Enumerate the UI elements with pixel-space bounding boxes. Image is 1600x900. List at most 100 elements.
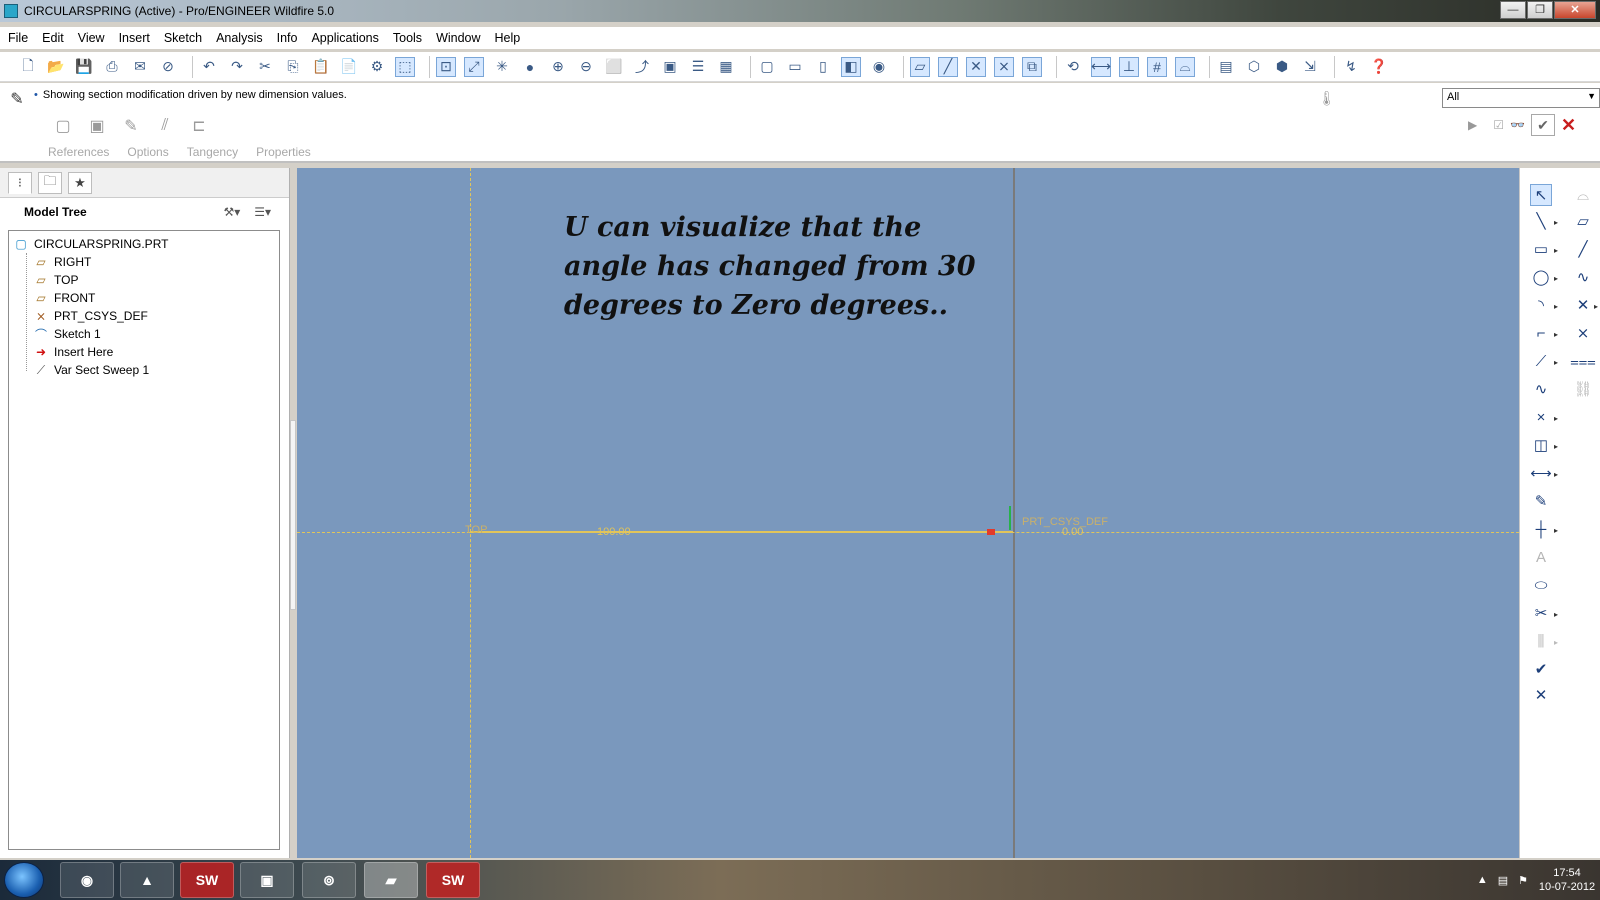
selection-box-icon[interactable]: ⬚ [395, 56, 415, 77]
sketcher-diagnostics-icon[interactable]: ↯ [1341, 57, 1361, 77]
disp-vertices-icon[interactable]: ⌓ [1175, 56, 1195, 77]
minimize-button[interactable]: — [1500, 1, 1526, 19]
chevron-right-icon[interactable]: ▸ [1554, 610, 1558, 619]
thicken-icon[interactable]: ⊏ [188, 115, 210, 137]
palette-icon[interactable]: ⬭ [1530, 574, 1552, 596]
tree-item-top[interactable]: ▱ TOP [9, 271, 279, 289]
menu-analysis[interactable]: Analysis [216, 31, 263, 45]
sketch-view-icon[interactable]: ⊡ [436, 56, 456, 77]
chevron-right-icon[interactable]: ▸ [1554, 470, 1558, 479]
window-icon[interactable]: ▣ [240, 862, 294, 898]
trim-icon[interactable]: ✂ [1530, 602, 1552, 624]
close-window-button[interactable]: ✕ [1554, 1, 1596, 19]
offset-icon[interactable]: ◫ [1530, 434, 1552, 456]
layers-icon[interactable]: ☰ [688, 57, 708, 77]
tree-columns-icon[interactable]: ☰▾ [254, 205, 271, 219]
arc-icon[interactable]: ◝ [1530, 294, 1552, 316]
feature-requirements-icon[interactable]: ⇲ [1300, 57, 1320, 77]
done-check-icon[interactable]: ✔ [1530, 658, 1552, 680]
sweep-solid-icon[interactable]: ▢ [52, 115, 74, 137]
select-arrow-icon[interactable]: ↖ [1530, 184, 1552, 206]
menu-window[interactable]: Window [436, 31, 480, 45]
menu-applications[interactable]: Applications [311, 31, 378, 45]
ok-check-icon[interactable]: ✔ [1530, 114, 1555, 136]
coordinate-system-icon[interactable]: ⨯ [1572, 322, 1594, 344]
modify-icon[interactable]: ✎ [1530, 490, 1552, 512]
regenerate-icon[interactable]: ⚙ [367, 57, 387, 77]
menu-sketch[interactable]: Sketch [164, 31, 202, 45]
tab-references[interactable]: References [48, 145, 109, 159]
overlapping-geometry-icon[interactable]: ⬢ [1272, 57, 1292, 77]
chevron-right-icon[interactable]: ▸ [1554, 638, 1558, 647]
constraints-icon[interactable]: ┼ [1530, 518, 1552, 540]
mirror-icon[interactable]: ⫼ [1530, 630, 1552, 652]
graphics-window[interactable]: U can visualize that the angle has chang… [297, 168, 1519, 858]
menu-edit[interactable]: Edit [42, 31, 64, 45]
solidworks-icon[interactable]: SW [426, 862, 480, 898]
chevron-right-icon[interactable]: ▸ [1554, 218, 1558, 227]
chevron-right-icon[interactable]: ▸ [1554, 302, 1558, 311]
quit-x-icon[interactable]: ✕ [1530, 684, 1552, 706]
spline-tool-icon[interactable]: ∿ [1530, 378, 1552, 400]
menu-help[interactable]: Help [495, 31, 521, 45]
favorites-tab-icon[interactable]: ★ [68, 171, 92, 194]
paste-special-icon[interactable]: 📄 [339, 57, 359, 77]
menu-insert[interactable]: Insert [119, 31, 150, 45]
rectangle-icon[interactable]: ▭ [1530, 238, 1552, 260]
disp-dims-icon[interactable]: ⟷ [1091, 56, 1111, 77]
shading-icon[interactable]: ● [520, 57, 540, 77]
context-help-icon[interactable]: ❓ [1369, 57, 1389, 77]
chevron-right-icon[interactable]: ▸ [1594, 302, 1598, 311]
solidworks-icon[interactable]: SW [180, 862, 234, 898]
fillet-icon[interactable]: ⌐ [1530, 322, 1552, 344]
link-icon[interactable]: ⛓ [1572, 378, 1594, 400]
tree-settings-icon[interactable]: ⚒▾ [223, 205, 240, 219]
paste-icon[interactable]: 📋 [311, 57, 331, 77]
chevron-right-icon[interactable]: ▸ [1554, 414, 1558, 423]
dimension-100[interactable]: 100.00 [597, 526, 631, 538]
enhanced-realism-icon[interactable]: ◉ [869, 57, 889, 77]
refit-icon[interactable]: ⬜ [604, 57, 624, 77]
dimension-angle[interactable]: 0.00 [1062, 526, 1083, 538]
chevron-right-icon[interactable]: ▸ [1554, 358, 1558, 367]
text-icon[interactable]: A [1530, 546, 1552, 568]
save-icon[interactable]: 💾 [74, 57, 94, 77]
tree-item-sketch[interactable]: ⌒ Sketch 1 [9, 325, 279, 343]
cut-icon[interactable]: ✂ [255, 57, 275, 77]
print-icon[interactable]: ⎙ [102, 57, 122, 77]
new-file-icon[interactable]: 🗋 [18, 57, 38, 77]
disp-grid-icon[interactable]: # [1147, 56, 1167, 77]
tree-item-csys[interactable]: ⨯ PRT_CSYS_DEF [9, 307, 279, 325]
reorient-icon[interactable]: ⤴ [632, 57, 652, 77]
remove-material-icon[interactable]: ⫽ [154, 115, 176, 137]
disp-constraints-icon[interactable]: ⊥ [1119, 56, 1139, 77]
create-section-icon[interactable]: ✎ [120, 115, 142, 137]
spin-center-icon[interactable]: ✳ [492, 57, 512, 77]
email-icon[interactable]: ✉ [130, 57, 150, 77]
redo-icon[interactable]: ↷ [227, 57, 247, 77]
model-tree-tab-icon[interactable]: ⁝ [8, 171, 32, 194]
chevron-right-icon[interactable]: ▸ [1554, 274, 1558, 283]
selection-filter-select[interactable]: All ▼ [1442, 88, 1600, 108]
network-icon[interactable]: ▤ [1498, 874, 1508, 887]
tab-options[interactable]: Options [127, 145, 168, 159]
chamfer-icon[interactable]: ⟋ [1530, 350, 1552, 372]
copy-icon[interactable]: ⎘ [283, 57, 303, 77]
datum-axes-icon[interactable]: ╱ [938, 56, 958, 77]
tree-item-front[interactable]: ▱ FRONT [9, 289, 279, 307]
verify-icon[interactable]: ☑ [1493, 118, 1504, 132]
dimension-display-icon[interactable]: ⤢ [464, 56, 484, 77]
annotation-display-icon[interactable]: ⧉ [1022, 56, 1042, 77]
highlight-open-ends-icon[interactable]: ⬡ [1244, 57, 1264, 77]
axis-line-icon[interactable]: ╱ [1572, 238, 1594, 260]
shade-closed-loops-icon[interactable]: ▤ [1216, 57, 1236, 77]
zoom-in-icon[interactable]: ⊕ [548, 57, 568, 77]
tab-tangency[interactable]: Tangency [187, 145, 238, 159]
cancel-x-icon[interactable]: ✕ [1561, 115, 1576, 136]
maximize-button[interactable]: ❐ [1527, 1, 1553, 19]
folder-browser-tab-icon[interactable]: 🗀 [38, 171, 62, 194]
tree-item-var-sect-sweep[interactable]: ⟋ Var Sect Sweep 1 [9, 361, 279, 379]
menu-view[interactable]: View [78, 31, 105, 45]
tree-item-right[interactable]: ▱ RIGHT [9, 253, 279, 271]
proe-icon[interactable]: ▰ [364, 862, 418, 898]
